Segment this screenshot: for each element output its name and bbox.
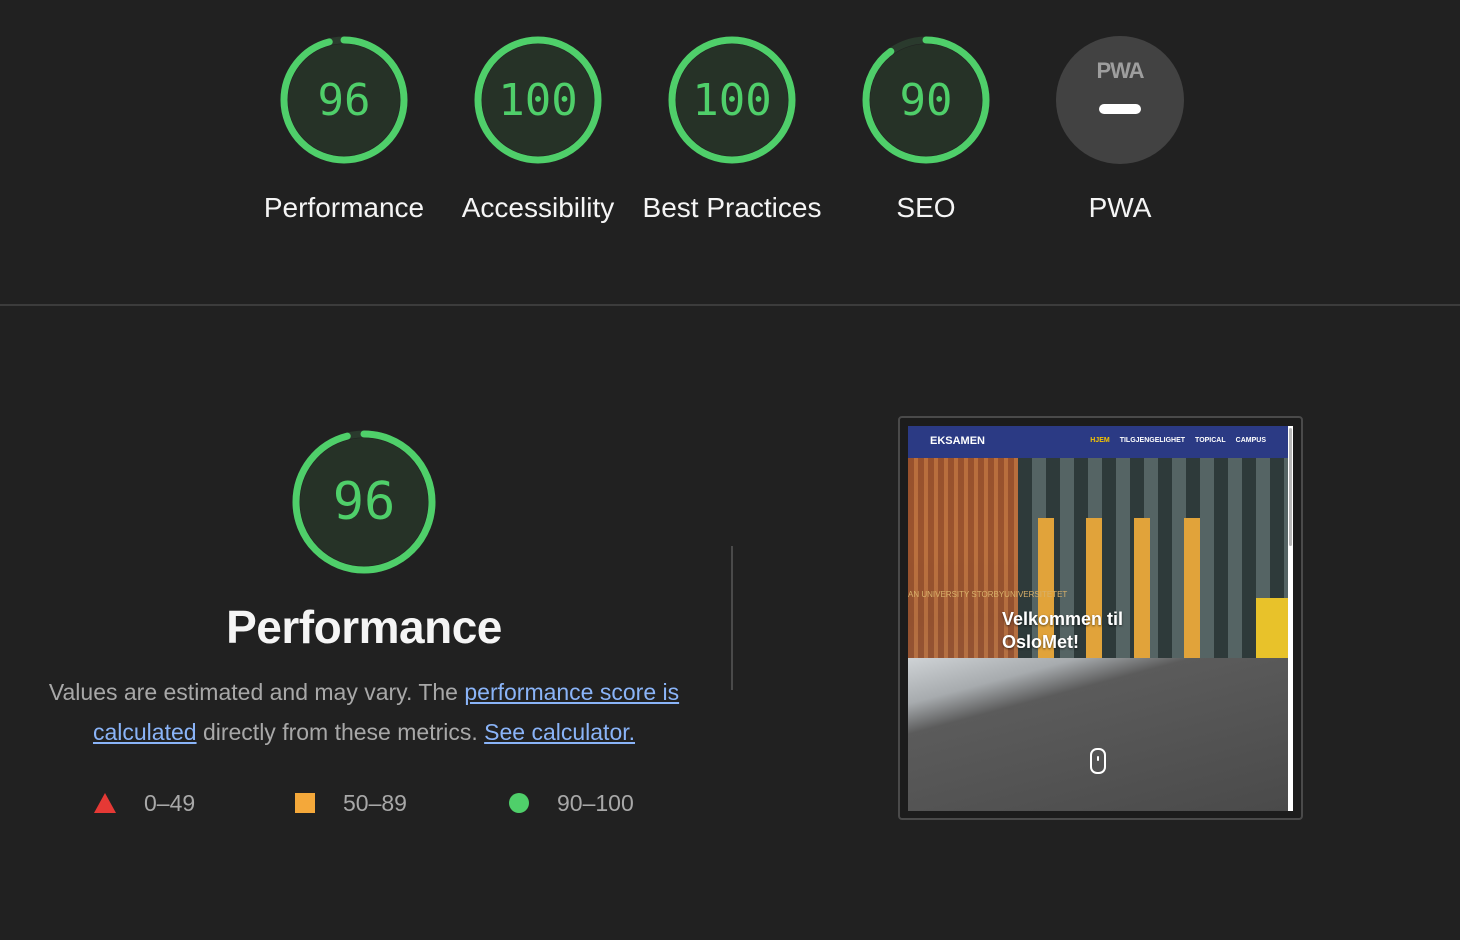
nav-link: CAMPUS — [1235, 437, 1266, 444]
accessibility-score-ring: 100 — [472, 34, 604, 166]
final-screenshot[interactable]: AN UNIVERSITY STORBYUNIVERSITETET Velkom… — [898, 416, 1303, 820]
legend-range: 90–100 — [557, 789, 634, 816]
desc-text: Values are estimated and may vary. The — [48, 679, 465, 705]
performance-score: 96 — [332, 472, 396, 532]
building-sign-text: AN UNIVERSITY STORBYUNIVERSITETET — [908, 590, 1068, 599]
circle-icon — [509, 793, 529, 813]
gauge-score: 96 — [317, 74, 371, 126]
gauge-score: 90 — [899, 74, 953, 126]
hero-heading: Velkommen til OsloMet! — [1002, 608, 1123, 654]
desc-text: directly from these metrics. — [196, 719, 485, 745]
category-gauges: 96 Performance 100 Accessibility 100 Bes… — [0, 0, 1460, 304]
scrollbar-thumb — [1289, 428, 1292, 546]
nav-link: HJEM — [1090, 437, 1110, 444]
gauge-pwa[interactable]: PWA PWA — [1023, 34, 1217, 228]
pillar — [1184, 518, 1200, 678]
gauge-accessibility[interactable]: 100 Accessibility — [441, 34, 635, 228]
gauge-score: 100 — [692, 74, 772, 126]
site-brand: EKSAMEN — [930, 435, 986, 447]
gauge-label: PWA — [1088, 192, 1152, 223]
legend-fail: 0–49 — [94, 786, 195, 820]
gauge-label: SEO — [896, 192, 956, 223]
oslomet-sign — [1256, 598, 1288, 658]
gauge-performance[interactable]: 96 Performance — [247, 34, 441, 228]
gauge-score: 100 — [498, 74, 578, 126]
legend-average: 50–89 — [295, 786, 407, 820]
gauge-label: Best Practices — [642, 192, 822, 223]
scroll-mouse-icon — [1090, 748, 1106, 774]
nav-link: TOPICAL — [1195, 437, 1226, 444]
performance-title: Performance — [226, 601, 502, 653]
hero-line: OsloMet! — [1002, 632, 1080, 652]
triangle-icon — [94, 793, 116, 813]
pwa-dash-icon — [1099, 104, 1141, 114]
square-icon — [295, 793, 315, 813]
performance-description: Values are estimated and may vary. The p… — [40, 672, 688, 752]
gauge-seo[interactable]: 90 SEO — [829, 34, 1023, 228]
performance-main-gauge: 96 — [290, 428, 438, 576]
score-scale-legend: 0–49 50–89 90–100 — [0, 786, 720, 820]
screenshot-image: AN UNIVERSITY STORBYUNIVERSITETET Velkom… — [908, 426, 1293, 811]
gauge-label: Performance — [263, 192, 425, 223]
vertical-divider — [731, 546, 733, 690]
legend-range: 50–89 — [343, 789, 407, 816]
site-nav-links: HJEM TILGJENGELIGHET TOPICAL CAMPUS — [1090, 437, 1266, 444]
gauge-label: Accessibility — [461, 192, 615, 223]
see-calculator-link[interactable]: See calculator. — [484, 719, 635, 745]
legend-range: 0–49 — [144, 789, 196, 816]
pillar — [1134, 518, 1150, 678]
section-divider — [0, 304, 1460, 306]
performance-score-ring: 96 — [278, 34, 410, 166]
site-navbar: EKSAMEN HJEM TILGJENGELIGHET TOPICAL CAM… — [908, 426, 1288, 458]
best-practices-score-ring: 100 — [666, 34, 798, 166]
pwa-logo-icon: PWA — [1096, 58, 1144, 83]
pwa-badge: PWA — [1056, 36, 1184, 164]
street — [908, 658, 1288, 811]
hero-line: Velkommen til — [1002, 609, 1124, 629]
nav-link: TILGJENGELIGHET — [1119, 437, 1186, 444]
gauge-best-practices[interactable]: 100 Best Practices — [635, 34, 829, 228]
legend-pass: 90–100 — [509, 786, 634, 820]
seo-score-ring: 90 — [860, 34, 992, 166]
